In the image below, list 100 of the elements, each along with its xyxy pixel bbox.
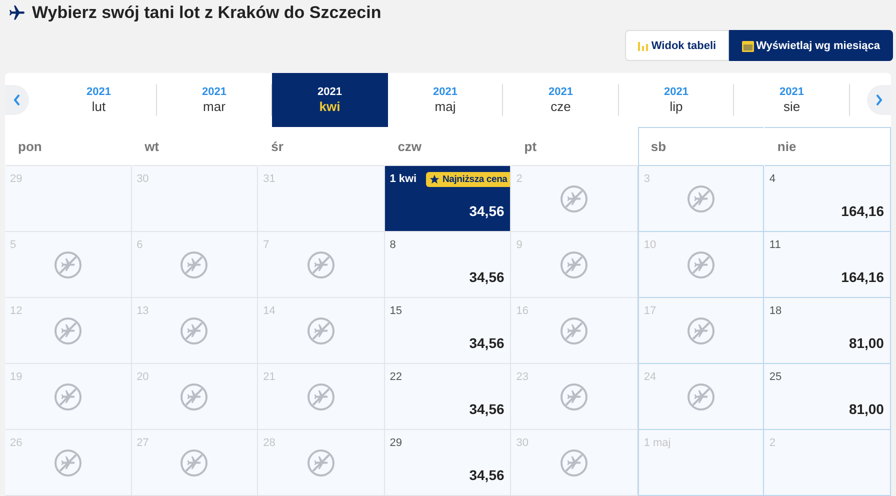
day-number: 2 (769, 437, 776, 449)
month-name: cze (550, 99, 571, 114)
day-number: 6 (136, 239, 143, 251)
month-year: 2021 (548, 86, 573, 98)
day-number: 17 (644, 305, 656, 317)
no-flight-icon (54, 448, 82, 476)
chevron-left-icon (13, 94, 21, 106)
day-number: 24 (644, 371, 656, 383)
day-number: 5 (10, 239, 16, 251)
day-number: 9 (516, 239, 522, 251)
calendar-day-cell[interactable]: 18 81,00 (764, 298, 891, 364)
page-title: Wybierz swój tani lot z Kraków do Szczecin (32, 3, 382, 23)
month-tab[interactable]: 2021 lip (618, 73, 734, 127)
calendar-day-cell[interactable]: 4 164,16 (764, 166, 891, 232)
flight-price: 81,00 (848, 335, 884, 351)
no-flight-icon (180, 448, 208, 476)
day-number: 21 (263, 371, 276, 383)
month-name: sie (783, 99, 800, 114)
day-number: 31 (263, 173, 276, 185)
day-number: 23 (516, 371, 529, 383)
flight-price: 164,16 (841, 203, 884, 219)
day-number: 29 (10, 173, 22, 185)
month-name: mar (203, 99, 226, 114)
day-number: 1 maj (644, 437, 671, 449)
calendar-day-cell[interactable]: 22 34,56 (384, 364, 512, 430)
no-flight-icon (560, 184, 588, 212)
calendar-day-cell[interactable]: 29 34,56 (384, 430, 512, 496)
month-year: 2021 (433, 86, 458, 98)
month-tab[interactable]: 2021 mar (156, 73, 272, 127)
month-name: lut (92, 99, 106, 114)
month-tab[interactable]: 2021 cze (503, 73, 618, 127)
previous-month-button[interactable] (5, 85, 29, 115)
no-flight-icon (306, 316, 335, 344)
day-number: 10 (644, 239, 656, 251)
day-number: 14 (263, 305, 276, 317)
no-flight-icon (687, 316, 716, 344)
month-year: 2021 (664, 86, 688, 98)
view-toggle-button[interactable]: Widok tabeli (625, 30, 730, 61)
no-flight-icon (687, 250, 716, 278)
no-flight-icon (180, 382, 208, 410)
chevron-right-icon (875, 94, 883, 106)
no-flight-icon (687, 184, 716, 212)
day-number: 25 (769, 371, 782, 383)
day-number: 26 (10, 437, 22, 449)
no-flight-icon (180, 316, 208, 344)
day-number: 1 kwi (390, 173, 417, 185)
day-number: 7 (263, 239, 270, 251)
month-tab[interactable]: 2021 kwi (272, 73, 388, 127)
flight-price: 34,56 (469, 203, 504, 219)
day-number: 3 (644, 173, 650, 185)
calendar-day-cell[interactable]: 1 kwi Najniższa cena 34,56 (384, 166, 512, 232)
day-number: 8 (390, 239, 396, 251)
month-tab[interactable]: 2021 sie (734, 73, 850, 127)
month-year: 2021 (780, 86, 804, 98)
flight-price: 34,56 (469, 269, 504, 285)
no-flight-icon (560, 448, 588, 476)
day-number: 29 (390, 437, 402, 449)
calendar-icon (742, 40, 754, 52)
no-flight-icon (306, 382, 335, 410)
month-name: kwi (319, 99, 340, 114)
no-flight-icon (180, 250, 208, 278)
airplane-icon (8, 4, 26, 22)
next-month-button[interactable] (867, 85, 891, 115)
bar-chart-icon (638, 40, 650, 51)
month-year: 2021 (202, 86, 226, 98)
day-number: 18 (769, 305, 782, 317)
no-flight-icon (560, 250, 588, 278)
day-number: 16 (516, 305, 529, 317)
view-toggle-button[interactable]: Wyświetlaj wg miesiąca (729, 30, 893, 61)
no-flight-icon (54, 316, 82, 344)
calendar-day-cell[interactable]: 25 81,00 (764, 364, 891, 430)
month-name: maj (434, 99, 456, 114)
day-number: 13 (136, 305, 149, 317)
no-flight-icon (54, 382, 82, 410)
flight-price: 34,56 (469, 467, 504, 483)
calendar-day-cell[interactable]: 15 34,56 (384, 298, 512, 364)
day-number: 30 (136, 173, 149, 185)
day-number: 11 (769, 239, 781, 251)
day-number: 27 (136, 437, 149, 449)
day-number: 19 (10, 371, 22, 383)
month-tab[interactable]: 2021 maj (388, 73, 503, 127)
calendar-day-cell[interactable]: 8 34,56 (384, 232, 512, 298)
flight-price: 34,56 (469, 335, 504, 351)
no-flight-icon (560, 382, 588, 410)
flight-price: 34,56 (469, 401, 504, 417)
flight-price: 81,00 (848, 401, 884, 417)
calendar-day-cell[interactable]: 11 164,16 (764, 232, 891, 298)
day-number: 22 (390, 371, 402, 383)
no-flight-icon (306, 250, 335, 278)
flight-price: 164,16 (841, 269, 884, 285)
month-name: lip (670, 99, 683, 114)
month-year: 2021 (318, 86, 342, 98)
no-flight-icon (687, 382, 716, 410)
no-flight-icon (54, 250, 82, 278)
day-number: 15 (390, 305, 402, 317)
day-number: 12 (10, 305, 22, 317)
month-tab[interactable]: 2021 lut (41, 73, 156, 127)
lowest-price-badge: Najniższa cena (426, 172, 510, 187)
day-number: 4 (769, 173, 776, 185)
day-number: 20 (136, 371, 149, 383)
